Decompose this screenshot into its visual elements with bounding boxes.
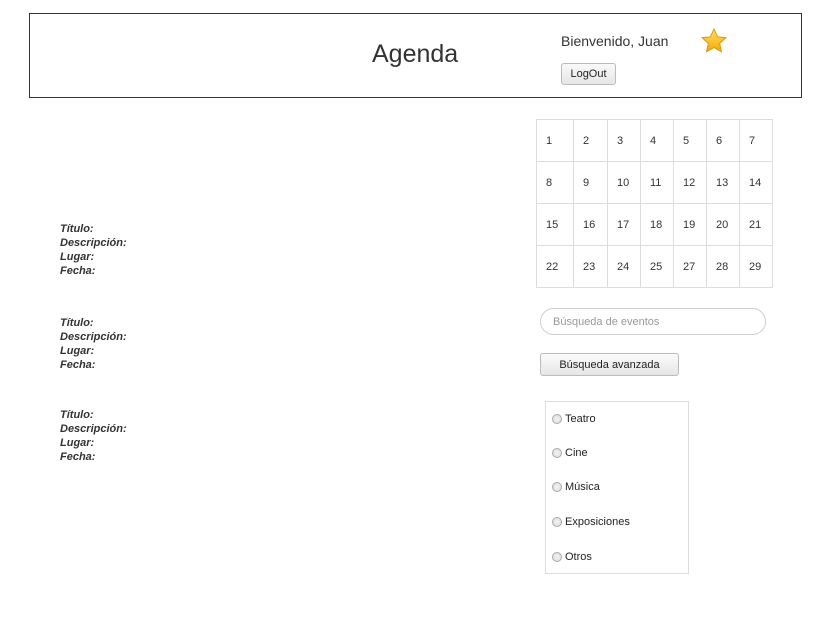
calendar-day[interactable]: 24 bbox=[607, 245, 641, 288]
calendar-day[interactable]: 8 bbox=[536, 161, 574, 204]
advanced-search-button[interactable]: Búsqueda avanzada bbox=[540, 353, 679, 376]
radio-button[interactable] bbox=[552, 414, 562, 424]
search-input[interactable] bbox=[540, 308, 766, 335]
calendar: 1 2 3 4 5 6 7 8 9 10 11 12 13 14 15 16 1… bbox=[536, 119, 773, 288]
calendar-day[interactable]: 3 bbox=[607, 119, 641, 162]
event-item: Título: Descripción: Lugar: Fecha: bbox=[60, 222, 127, 278]
calendar-day[interactable]: 21 bbox=[739, 203, 773, 246]
event-item: Título: Descripción: Lugar: Fecha: bbox=[60, 408, 127, 464]
event-date-label: Fecha: bbox=[60, 265, 96, 277]
category-label: Música bbox=[565, 481, 600, 493]
event-place-label: Lugar: bbox=[60, 251, 95, 263]
calendar-day[interactable]: 28 bbox=[706, 245, 740, 288]
logout-button[interactable]: LogOut bbox=[561, 63, 616, 85]
radio-button[interactable] bbox=[552, 448, 562, 458]
radio-button[interactable] bbox=[552, 517, 562, 527]
calendar-week: 15 16 17 18 19 20 21 bbox=[536, 203, 773, 246]
calendar-day[interactable]: 10 bbox=[607, 161, 641, 204]
calendar-day[interactable]: 2 bbox=[573, 119, 608, 162]
event-date-label: Fecha: bbox=[60, 359, 96, 371]
event-title-label: Título: bbox=[60, 317, 94, 329]
calendar-day[interactable]: 15 bbox=[536, 203, 574, 246]
radio-button[interactable] bbox=[552, 552, 562, 562]
calendar-day[interactable]: 7 bbox=[739, 119, 773, 162]
category-label: Cine bbox=[565, 447, 588, 459]
category-option-teatro[interactable]: Teatro bbox=[552, 413, 596, 425]
category-label: Teatro bbox=[565, 413, 596, 425]
star-icon[interactable] bbox=[700, 27, 728, 55]
category-option-musica[interactable]: Música bbox=[552, 481, 600, 493]
page-title: Agenda bbox=[372, 40, 459, 68]
category-label: Otros bbox=[565, 551, 592, 563]
event-date-label: Fecha: bbox=[60, 451, 96, 463]
calendar-week: 1 2 3 4 5 6 7 bbox=[536, 119, 773, 162]
welcome-message: Bienvenido, Juan bbox=[561, 33, 669, 49]
event-place-label: Lugar: bbox=[60, 345, 95, 357]
calendar-day[interactable]: 29 bbox=[739, 245, 773, 288]
event-item: Título: Descripción: Lugar: Fecha: bbox=[60, 316, 127, 372]
calendar-week: 8 9 10 11 12 13 14 bbox=[536, 161, 773, 204]
header: Agenda Bienvenido, Juan LogOut bbox=[29, 13, 802, 98]
category-label: Exposiciones bbox=[565, 516, 630, 528]
calendar-day[interactable]: 18 bbox=[640, 203, 674, 246]
event-description-label: Descripción: bbox=[60, 237, 127, 249]
event-title-label: Título: bbox=[60, 223, 94, 235]
event-place-label: Lugar: bbox=[60, 437, 95, 449]
calendar-day[interactable]: 5 bbox=[673, 119, 707, 162]
calendar-day[interactable]: 14 bbox=[739, 161, 773, 204]
calendar-day[interactable]: 22 bbox=[536, 245, 574, 288]
calendar-day[interactable]: 1 bbox=[536, 119, 574, 162]
calendar-day[interactable]: 6 bbox=[706, 119, 740, 162]
calendar-day[interactable]: 27 bbox=[673, 245, 707, 288]
calendar-day[interactable]: 11 bbox=[640, 161, 674, 204]
event-title-label: Título: bbox=[60, 409, 94, 421]
calendar-day[interactable]: 9 bbox=[573, 161, 608, 204]
calendar-day[interactable]: 16 bbox=[573, 203, 608, 246]
calendar-day[interactable]: 25 bbox=[640, 245, 674, 288]
calendar-day[interactable]: 20 bbox=[706, 203, 740, 246]
category-filter: Teatro Cine Música Exposiciones Otros bbox=[545, 401, 689, 574]
event-description-label: Descripción: bbox=[60, 331, 127, 343]
category-option-cine[interactable]: Cine bbox=[552, 447, 588, 459]
calendar-week: 22 23 24 25 27 28 29 bbox=[536, 245, 773, 288]
category-option-otros[interactable]: Otros bbox=[552, 551, 592, 563]
radio-button[interactable] bbox=[552, 482, 562, 492]
calendar-day[interactable]: 13 bbox=[706, 161, 740, 204]
calendar-day[interactable]: 19 bbox=[673, 203, 707, 246]
calendar-day[interactable]: 4 bbox=[640, 119, 674, 162]
calendar-day[interactable]: 23 bbox=[573, 245, 608, 288]
event-description-label: Descripción: bbox=[60, 423, 127, 435]
category-option-exposiciones[interactable]: Exposiciones bbox=[552, 516, 630, 528]
calendar-day[interactable]: 12 bbox=[673, 161, 707, 204]
calendar-day[interactable]: 17 bbox=[607, 203, 641, 246]
